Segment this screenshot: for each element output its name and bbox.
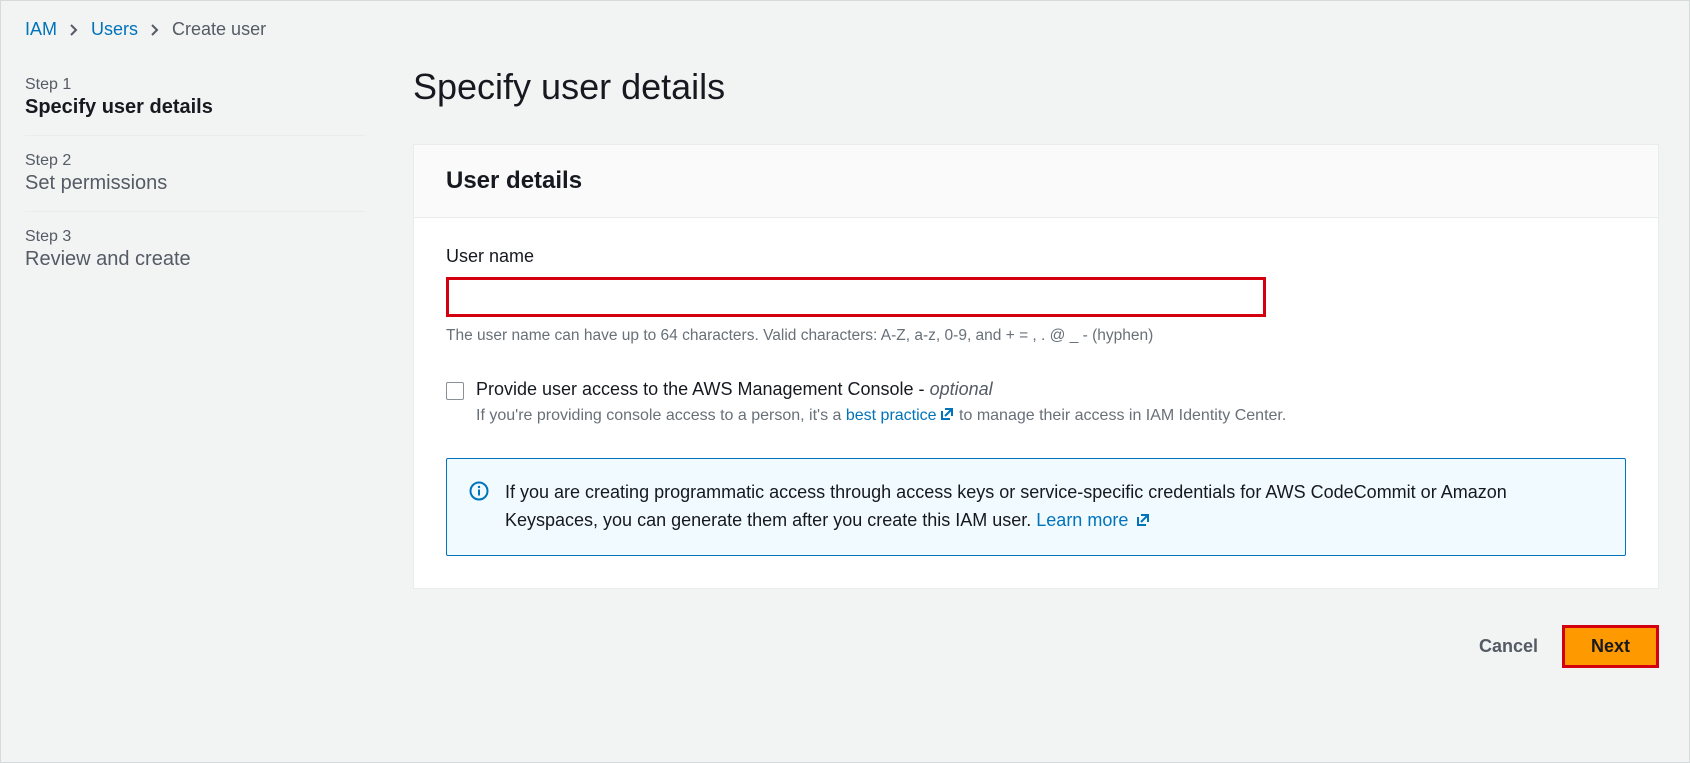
step-title: Set permissions [25,172,365,195]
step-label: Step 1 [25,76,365,94]
page-title: Specify user details [413,66,1659,108]
wizard-step-1[interactable]: Step 1 Specify user details [25,60,365,136]
console-access-row: Provide user access to the AWS Managemen… [446,379,1626,428]
best-practice-link[interactable]: best practice [846,407,955,424]
step-label: Step 3 [25,228,365,246]
step-title: Review and create [25,248,365,271]
chevron-right-icon [150,23,160,37]
cancel-button[interactable]: Cancel [1473,628,1544,665]
panel-heading: User details [446,167,1626,195]
username-hint: The user name can have up to 64 characte… [446,327,1626,345]
external-link-icon [1135,512,1151,528]
console-access-checkbox[interactable] [446,382,464,400]
wizard-step-3[interactable]: Step 3 Review and create [25,212,365,287]
breadcrumb-current: Create user [172,19,266,40]
panel-header: User details [414,145,1658,218]
user-details-panel: User details User name The user name can… [413,144,1659,589]
step-title: Specify user details [25,96,365,119]
step-label: Step 2 [25,152,365,170]
console-access-desc: If you're providing console access to a … [476,404,1286,428]
wizard-actions: Cancel Next [413,625,1659,668]
console-access-label: Provide user access to the AWS Managemen… [476,379,1286,400]
learn-more-link[interactable]: Learn more [1036,510,1151,530]
info-icon [469,481,489,506]
wizard-steps: Step 1 Specify user details Step 2 Set p… [25,60,365,668]
breadcrumb: IAM Users Create user [25,19,1659,40]
page-container: IAM Users Create user Step 1 Specify use… [0,0,1690,763]
breadcrumb-users[interactable]: Users [91,19,138,40]
chevron-right-icon [69,23,79,37]
console-access-content: Provide user access to the AWS Managemen… [476,379,1286,428]
panel-body: User name The user name can have up to 6… [414,218,1658,588]
next-button[interactable]: Next [1562,625,1659,668]
info-box: If you are creating programmatic access … [446,458,1626,556]
layout: Step 1 Specify user details Step 2 Set p… [25,60,1659,668]
external-link-icon [939,406,955,422]
wizard-step-2[interactable]: Step 2 Set permissions [25,136,365,212]
username-label: User name [446,246,1626,267]
breadcrumb-iam[interactable]: IAM [25,19,57,40]
main-content: Specify user details User details User n… [413,60,1659,668]
info-text: If you are creating programmatic access … [505,479,1603,535]
username-input[interactable] [446,277,1266,317]
